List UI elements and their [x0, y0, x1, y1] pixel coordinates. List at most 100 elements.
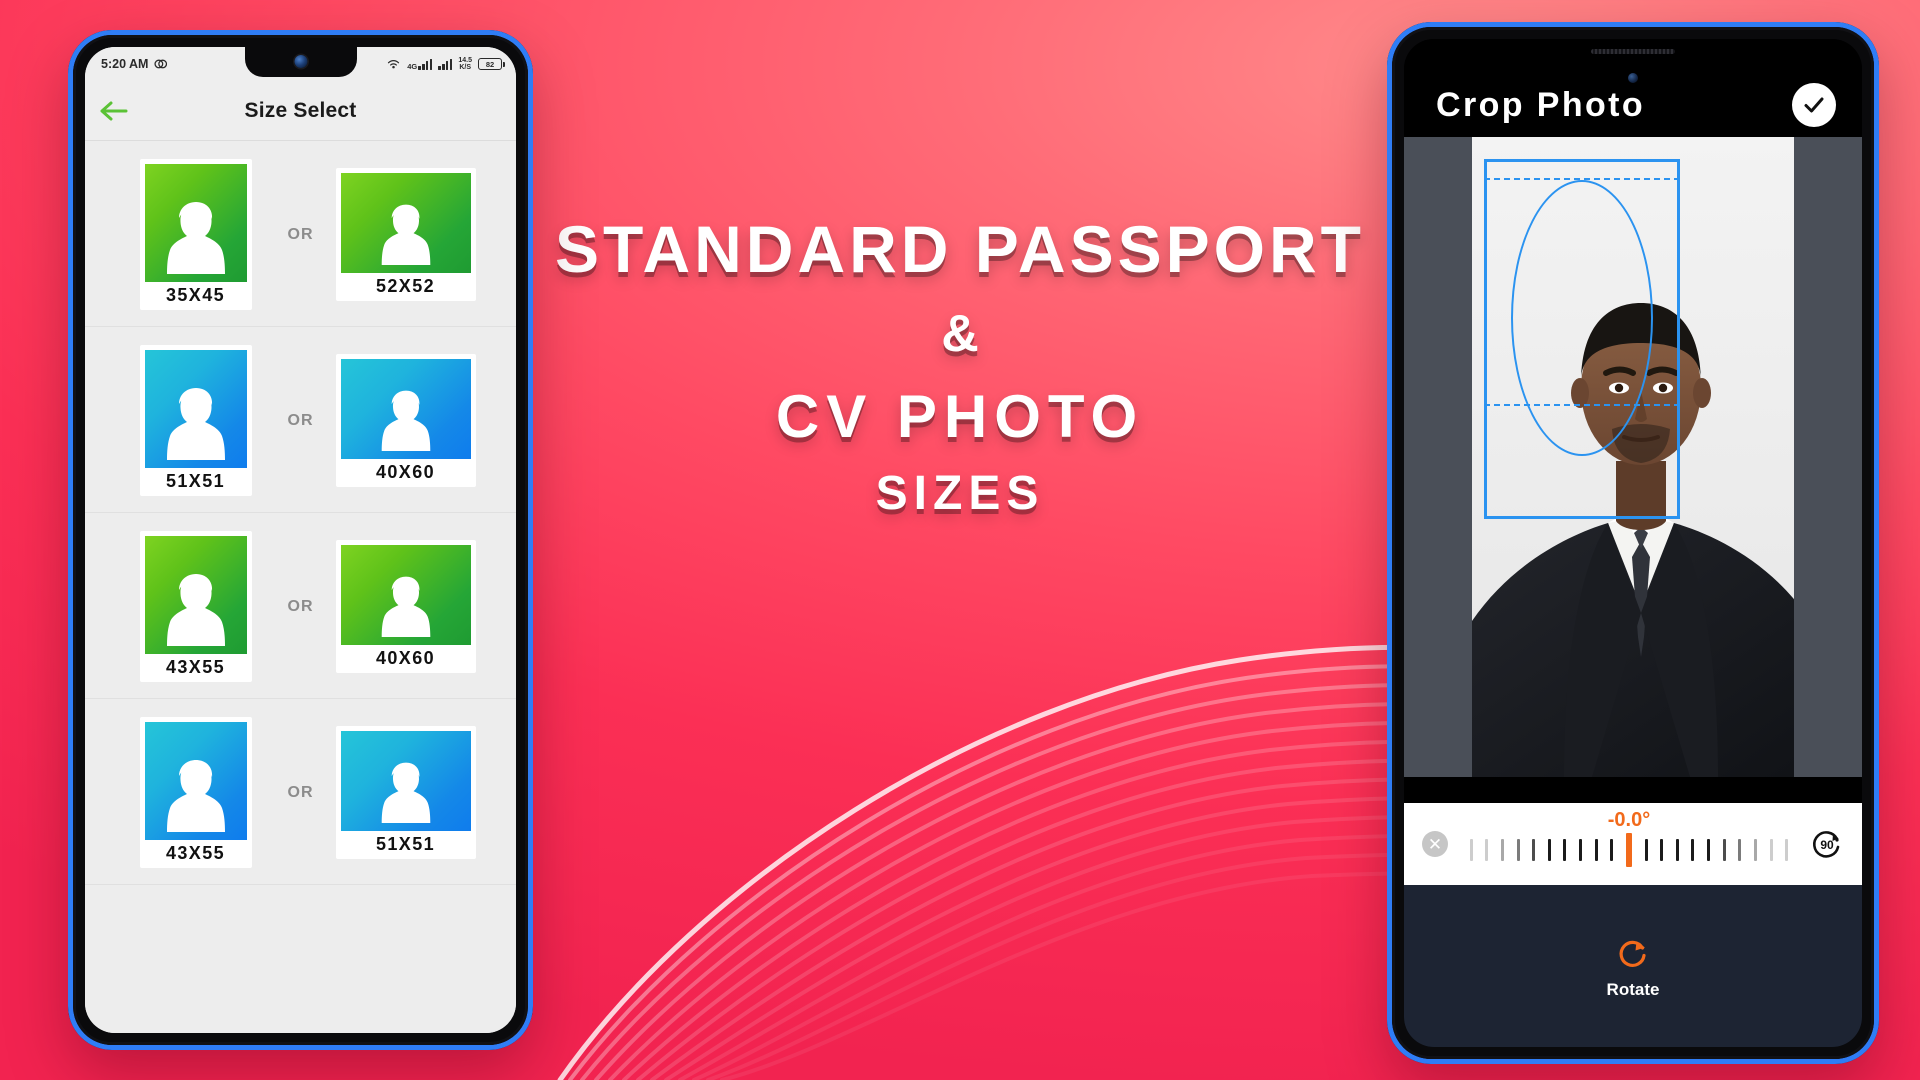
- rotate-tick: [1753, 839, 1757, 861]
- notch: [244, 47, 357, 77]
- whatsapp-icon: [154, 58, 168, 71]
- crop-frame[interactable]: [1484, 159, 1680, 519]
- app-bar: Size Select: [85, 81, 516, 141]
- promo-line-1: STANDARD PASSPORT: [555, 212, 1365, 286]
- face-oval-guide-icon: [1511, 180, 1653, 456]
- rotate-tick: [1691, 839, 1695, 861]
- or-separator: OR: [287, 411, 314, 429]
- rotate-tick: [1660, 839, 1664, 861]
- data-speed-indicator: 14.5 K/S: [458, 57, 472, 72]
- right-phone-bezel: Crop Photo ✕ -0.0° 90 Rotate: [1392, 27, 1874, 1059]
- rotate-tick: [1500, 839, 1504, 861]
- crop-stage[interactable]: [1404, 137, 1862, 777]
- size-option-51x51[interactable]: 51X51: [122, 345, 270, 496]
- size-tile-card[interactable]: 40X60: [335, 540, 476, 673]
- rotate-slider-bar[interactable]: ✕ -0.0° 90: [1404, 803, 1862, 885]
- rotate-tick: [1644, 839, 1648, 861]
- rotate-tick: [1469, 839, 1473, 861]
- size-tile-card[interactable]: 35X45: [139, 159, 252, 310]
- page-title: Size Select: [244, 98, 357, 122]
- rotate-90-icon[interactable]: 90: [1810, 827, 1844, 861]
- size-tile-card[interactable]: 51X51: [335, 726, 476, 859]
- size-label: 40X60: [340, 645, 471, 673]
- person-silhouette-icon: [166, 760, 225, 832]
- wifi-icon: [386, 58, 401, 70]
- person-silhouette-icon: [381, 762, 430, 823]
- size-tile-thumbnail[interactable]: [144, 722, 247, 840]
- size-option-35x45[interactable]: 35X45: [122, 159, 270, 310]
- check-circle-icon[interactable]: [1792, 83, 1836, 127]
- rotate-angle-value: -0.0°: [1607, 809, 1651, 831]
- rotate-action-button[interactable]: Rotate: [1404, 937, 1862, 1000]
- size-tile-thumbnail[interactable]: [340, 359, 471, 459]
- signal-bars-icon: 4G: [407, 58, 433, 70]
- size-tile-card[interactable]: 51X51: [139, 345, 252, 496]
- left-phone-mockup: 5:20 AM 4G 14.5 K/S 82 Size Select 35X45…: [68, 30, 533, 1050]
- size-tile-card[interactable]: 52X52: [335, 168, 476, 301]
- size-option-52x52[interactable]: 52X52: [332, 168, 480, 301]
- close-circle-icon[interactable]: ✕: [1422, 831, 1448, 857]
- size-option-40x60[interactable]: 40X60: [332, 540, 480, 673]
- rotate-tick: [1547, 839, 1551, 861]
- size-option-51x51[interactable]: 51X51: [332, 726, 480, 859]
- or-separator: OR: [287, 783, 314, 801]
- front-camera-icon: [1628, 73, 1638, 83]
- size-label: 51X51: [144, 468, 247, 496]
- size-tile-card[interactable]: 43X55: [139, 531, 252, 682]
- rotate-tick: [1579, 839, 1583, 861]
- rotate-slider-track[interactable]: -0.0°: [1448, 803, 1810, 885]
- rotate-tick: [1738, 839, 1742, 861]
- status-time: 5:20 AM: [101, 57, 149, 71]
- size-tile-card[interactable]: 43X55: [139, 717, 252, 868]
- size-option-43x55[interactable]: 43X55: [122, 717, 270, 868]
- rotate-tick: [1532, 839, 1536, 861]
- promo-line-2: CV PHOTO: [775, 383, 1145, 450]
- rotate-tick: [1594, 839, 1598, 861]
- rotate-tick: [1785, 839, 1789, 861]
- size-row: 51X51 OR 40X60: [85, 327, 516, 513]
- rotate-tick: [1610, 839, 1614, 861]
- person-silhouette-icon: [381, 204, 430, 265]
- size-label: 35X45: [144, 282, 247, 310]
- or-separator: OR: [287, 225, 314, 243]
- rotate-tick: [1675, 839, 1679, 861]
- status-bar-right: 4G 14.5 K/S 82: [386, 57, 505, 72]
- rotate-tick: [1485, 839, 1489, 861]
- crop-page-title: Crop Photo: [1436, 85, 1646, 124]
- promo-text-block: STANDARD PASSPORT & CV PHOTO SIZES: [540, 210, 1380, 534]
- rotate-action-label: Rotate: [1606, 980, 1660, 999]
- size-tile-thumbnail[interactable]: [144, 536, 247, 654]
- left-phone-screen: 5:20 AM 4G 14.5 K/S 82 Size Select 35X45…: [85, 47, 516, 1033]
- size-tile-thumbnail[interactable]: [340, 173, 471, 273]
- stage-mask-right: [1794, 137, 1862, 777]
- stage-mask-left: [1404, 137, 1472, 777]
- rotate-tick: [1722, 839, 1726, 861]
- promo-ampersand: &: [941, 305, 979, 363]
- size-row: 43X55 OR 40X60: [85, 513, 516, 699]
- data-speed-value: 14.5: [458, 56, 472, 64]
- left-phone-bezel: 5:20 AM 4G 14.5 K/S 82 Size Select 35X45…: [73, 35, 528, 1045]
- size-option-43x55[interactable]: 43X55: [122, 531, 270, 682]
- earpiece-speaker: [1591, 49, 1675, 54]
- battery-level: 82: [485, 59, 495, 69]
- size-tile-thumbnail[interactable]: [144, 350, 247, 468]
- size-label: 52X52: [340, 273, 471, 301]
- size-select-list[interactable]: 35X45 OR 52X52 51X51 OR 40X60 43X55 OR 40X60 43X5…: [85, 141, 516, 1033]
- battery-indicator: 82: [478, 58, 505, 70]
- or-separator: OR: [287, 597, 314, 615]
- rotate-ticks[interactable]: [1469, 833, 1789, 867]
- size-tile-thumbnail[interactable]: [144, 164, 247, 282]
- person-silhouette-icon: [166, 388, 225, 460]
- front-camera-icon: [294, 55, 307, 68]
- size-label: 40X60: [340, 459, 471, 487]
- size-row: 43X55 OR 51X51: [85, 699, 516, 885]
- person-silhouette-icon: [381, 390, 430, 451]
- size-label: 43X55: [144, 840, 247, 868]
- size-tile-thumbnail[interactable]: [340, 731, 471, 831]
- size-option-40x60[interactable]: 40X60: [332, 354, 480, 487]
- size-row: 35X45 OR 52X52: [85, 141, 516, 327]
- size-label: 43X55: [144, 654, 247, 682]
- rotate-panel: ✕ -0.0° 90 Rotate: [1404, 803, 1862, 1047]
- size-tile-card[interactable]: 40X60: [335, 354, 476, 487]
- size-tile-thumbnail[interactable]: [340, 545, 471, 645]
